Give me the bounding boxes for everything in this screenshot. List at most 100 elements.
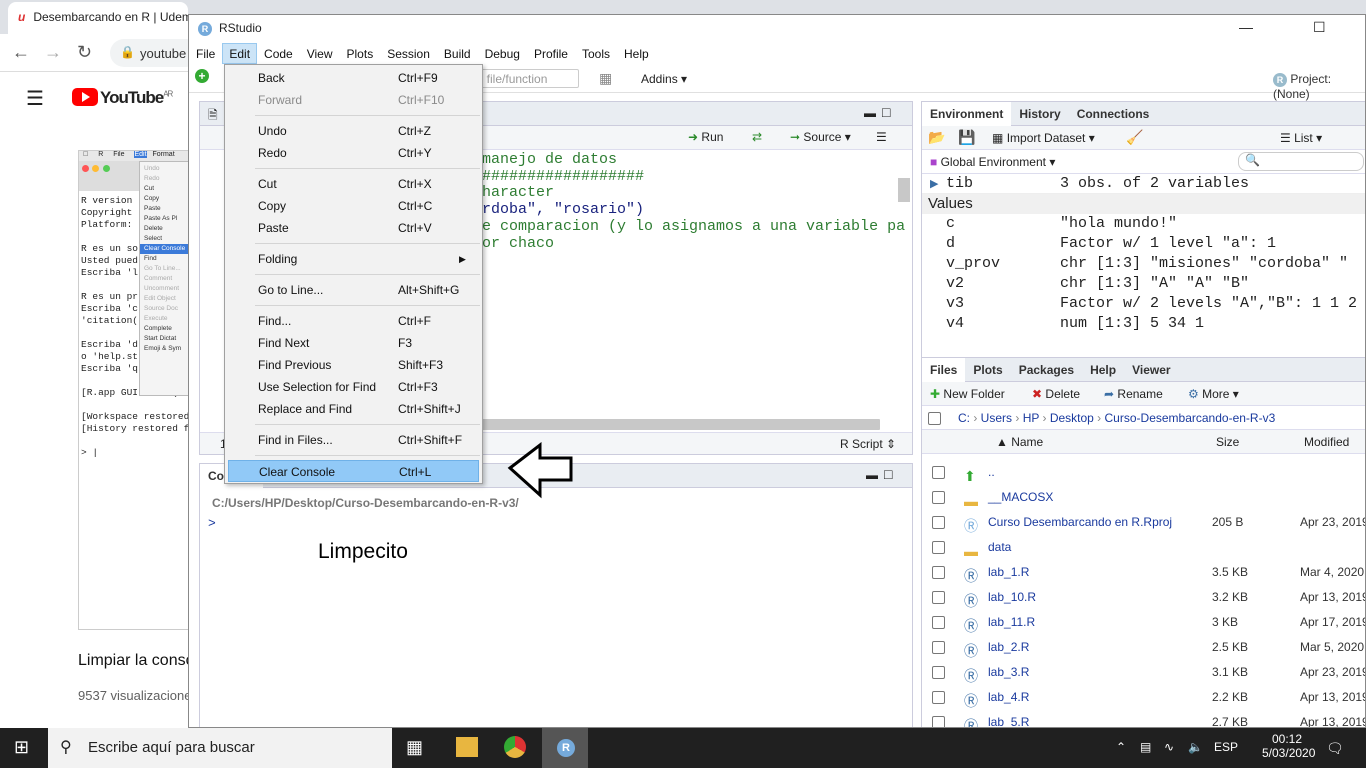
forward-icon[interactable]: → — [44, 42, 62, 63]
address-bar[interactable]: 🔒 youtube — [110, 39, 200, 67]
more-menu[interactable]: ⚙ More ▾ — [1188, 387, 1239, 401]
file-checkbox[interactable] — [932, 616, 945, 629]
menu-item-folding[interactable]: Folding ▶ — [225, 248, 482, 270]
tab-connections[interactable]: Connections — [1069, 102, 1158, 126]
network-icon[interactable]: ▤ — [1140, 740, 1151, 754]
tab-files[interactable]: Files — [922, 358, 966, 382]
minimize-icon[interactable]: — — [1239, 19, 1253, 35]
editor-hscrollbar[interactable] — [480, 419, 880, 430]
run-button[interactable]: ➜ Run — [688, 130, 723, 144]
value-row[interactable]: c "hola mundo!" — [922, 214, 1365, 234]
menu-build[interactable]: Build — [437, 43, 478, 64]
volume-icon[interactable]: 🔈 — [1188, 740, 1203, 754]
menu-item-find-previous[interactable]: Find Previous Shift+F3 — [225, 354, 482, 376]
file-name[interactable]: Curso Desembarcando en R.Rproj — [988, 510, 1172, 535]
menu-profile[interactable]: Profile — [527, 43, 575, 64]
menu-item-find-next[interactable]: Find Next F3 — [225, 332, 482, 354]
file-row[interactable]: Ⓡlab_3.R 3.1 KB Apr 23, 2019 — [922, 660, 1365, 685]
size-column-header[interactable]: Size — [1216, 435, 1239, 449]
file-row[interactable]: Ⓡlab_1.R 3.5 KB Mar 4, 2020 — [922, 560, 1365, 585]
menu-item-back[interactable]: Back Ctrl+F9 — [225, 67, 482, 89]
notifications-icon[interactable]: 🗨 — [1326, 740, 1344, 757]
broom-icon[interactable]: 🧹 — [1126, 129, 1143, 146]
pane-minimize-icon[interactable]: ▬ — [864, 106, 876, 120]
code-area[interactable]: manejo de datos ################## haracte… — [482, 151, 905, 252]
file-name[interactable]: lab_5.R — [988, 710, 1029, 727]
file-checkbox[interactable] — [932, 466, 945, 479]
menu-code[interactable]: Code — [257, 43, 300, 64]
rerun-icon[interactable]: ⇄ — [752, 130, 762, 144]
file-name[interactable]: lab_11.R — [988, 610, 1035, 635]
delete-button[interactable]: ✖ Delete — [1032, 387, 1080, 401]
file-checkbox[interactable] — [932, 516, 945, 529]
video-title[interactable]: Limpiar la consola — [78, 652, 190, 670]
save-workspace-icon[interactable]: 💾 — [958, 129, 975, 146]
file-row[interactable]: Ⓡlab_10.R 3.2 KB Apr 13, 2019 — [922, 585, 1365, 610]
script-tab-icon[interactable]: 🗎 — [208, 106, 218, 127]
breadcrumb-item[interactable]: Curso-Desembarcando-en-R-v3 — [1105, 411, 1276, 425]
menu-view[interactable]: View — [300, 43, 340, 64]
menu-item-go-to-line[interactable]: Go to Line... Alt+Shift+G — [225, 279, 482, 301]
youtube-logo[interactable]: YouTubeAR — [72, 88, 173, 108]
file-explorer-icon[interactable] — [456, 737, 478, 757]
name-column-header[interactable]: ▲ Name — [996, 435, 1043, 449]
editor-vscrollbar[interactable] — [898, 178, 910, 202]
tab-history[interactable]: History — [1011, 102, 1068, 126]
new-file-icon[interactable]: + — [195, 69, 209, 83]
value-row[interactable]: d Factor w/ 1 level "a": 1 — [922, 234, 1365, 254]
breadcrumb-item[interactable]: Users — [981, 411, 1012, 425]
browser-tab[interactable]: u Desembarcando en R | Udemy — [8, 2, 188, 34]
clock[interactable]: 00:12 5/03/2020 — [1262, 732, 1315, 760]
rename-button[interactable]: ➦ Rename — [1104, 387, 1163, 401]
video-player[interactable]:  R File Edit Format R version Copyright… — [78, 150, 190, 630]
maximize-icon[interactable]: ☐ — [1313, 19, 1326, 36]
menu-plots[interactable]: Plots — [340, 43, 381, 64]
file-row[interactable]: ▬ data — [922, 535, 1365, 560]
back-icon[interactable]: ← — [12, 42, 30, 63]
file-row[interactable]: Ⓡlab_11.R 3 KB Apr 17, 2019 — [922, 610, 1365, 635]
console-maximize-icon[interactable]: □ — [884, 466, 892, 482]
file-name[interactable]: lab_1.R — [988, 560, 1029, 585]
file-checkbox[interactable] — [932, 591, 945, 604]
language-indicator[interactable]: ESP — [1214, 740, 1238, 754]
console-minimize-icon[interactable]: ▬ — [866, 468, 878, 482]
file-name[interactable]: lab_10.R — [988, 585, 1036, 610]
file-row[interactable]: ▬ __MACOSX — [922, 485, 1365, 510]
menu-edit[interactable]: Edit — [222, 43, 258, 64]
menu-help[interactable]: Help — [617, 43, 656, 64]
value-row[interactable]: v4 num [1:3] 5 34 1 — [922, 314, 1365, 334]
file-checkbox[interactable] — [932, 541, 945, 554]
breadcrumb-item[interactable]: C: — [958, 411, 970, 425]
script-type[interactable]: R Script ⇕ — [840, 437, 896, 451]
menu-item-find-in-files[interactable]: Find in Files... Ctrl+Shift+F — [225, 429, 482, 451]
menu-session[interactable]: Session — [380, 43, 437, 64]
pane-maximize-icon[interactable]: □ — [882, 104, 890, 120]
tab-environment[interactable]: Environment — [922, 102, 1012, 126]
file-row[interactable]: ⬆.. — [922, 460, 1365, 485]
reload-icon[interactable]: ↻ — [77, 42, 92, 63]
tab-viewer[interactable]: Viewer — [1124, 358, 1178, 382]
environment-search[interactable]: 🔍 — [1238, 152, 1364, 171]
file-name[interactable]: lab_4.R — [988, 685, 1029, 710]
modified-column-header[interactable]: Modified — [1304, 435, 1349, 449]
menu-debug[interactable]: Debug — [478, 43, 527, 64]
tab-packages[interactable]: Packages — [1011, 358, 1082, 382]
grid-icon[interactable]: ▦ — [599, 70, 612, 87]
menu-item-use-selection-for-find[interactable]: Use Selection for Find Ctrl+F3 — [225, 376, 482, 398]
addins-menu[interactable]: Addins ▾ — [641, 72, 687, 86]
file-checkbox[interactable] — [932, 666, 945, 679]
outline-icon[interactable]: ☰ — [876, 130, 887, 144]
file-checkbox[interactable] — [932, 566, 945, 579]
task-view-icon[interactable]: ▦ — [406, 737, 423, 758]
data-row[interactable]: ▶ tib 3 obs. of 2 variables — [922, 174, 1365, 194]
menu-item-replace-and-find[interactable]: Replace and Find Ctrl+Shift+J — [225, 398, 482, 420]
tray-up-icon[interactable]: ⌃ — [1116, 740, 1126, 754]
menu-item-clear-console[interactable]: Clear Console Ctrl+L — [228, 460, 479, 482]
breadcrumb-item[interactable]: Desktop — [1050, 411, 1094, 425]
file-row[interactable]: Ⓡlab_5.R 2.7 KB Apr 13, 2019 — [922, 710, 1365, 727]
taskbar-search[interactable]: ⚲ Escribe aquí para buscar — [48, 728, 392, 768]
new-folder-button[interactable]: ✚ New Folder — [930, 387, 1005, 401]
tab-help[interactable]: Help — [1082, 358, 1124, 382]
file-checkbox[interactable] — [932, 491, 945, 504]
source-button[interactable]: ➞ Source ▾ — [790, 130, 851, 144]
